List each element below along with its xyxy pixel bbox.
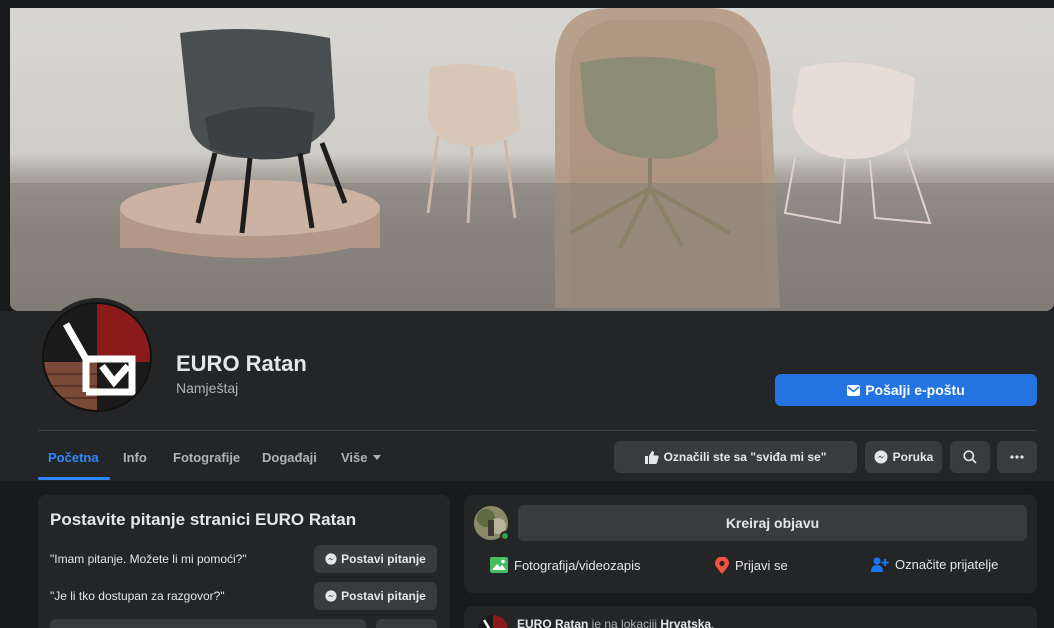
post-header-text: EURO Ratan je na lokaciji Hrvatska. [517,617,714,628]
caret-down-icon [372,455,381,460]
ask-question-card: Postavite pitanje stranici EURO Ratan "I… [38,495,450,628]
create-post-button[interactable]: Kreiraj objavu [518,505,1027,541]
envelope-icon [847,384,861,396]
cover-photo[interactable] [10,8,1054,311]
send-email-button[interactable]: Pošalji e-poštu [775,374,1037,406]
message-button[interactable]: Poruka [865,441,942,473]
ask-question-button[interactable]: Postavi pitanje [314,545,437,573]
ask-question-button[interactable]: Postavi pitanje [314,582,437,610]
page-category[interactable]: Namještaj [176,380,238,396]
search-icon [963,450,977,464]
post-avatar[interactable] [478,615,508,628]
send-question-button[interactable] [376,619,437,628]
check-in-button[interactable]: Prijavi se [715,557,788,574]
ask-question-label: Postavi pitanje [341,589,426,603]
tab-home[interactable]: Početna [48,450,99,465]
post-location-text: je na lokaciji [588,617,661,628]
online-status-dot [500,531,510,541]
thumbs-up-icon [644,450,659,464]
liked-label: Označili ste sa "sviđa mi se" [663,450,827,464]
messenger-icon [874,450,888,464]
header-divider [38,430,1036,431]
search-button[interactable] [950,441,990,473]
message-label: Poruka [892,450,934,464]
tag-friends-icon [871,557,889,572]
page-title[interactable]: EURO Ratan [176,351,307,377]
post-location-end: . [711,617,715,628]
location-pin-icon [715,557,729,574]
tab-more-label: Više [341,450,368,465]
tab-events[interactable]: Događaji [262,450,317,465]
tab-photos[interactable]: Fotografije [173,450,240,465]
post-composer: Kreiraj objavu Fotografija/videozapis Pr… [464,495,1037,593]
post-card: EURO Ratan je na lokaciji Hrvatska. [464,606,1037,628]
more-options-button[interactable] [997,441,1037,473]
active-tab-indicator [38,477,110,480]
tag-friends-button[interactable]: Označite prijatelje [871,557,998,572]
cover-illustration [10,8,1054,311]
euro-ratan-logo [44,304,150,410]
ask-question-label: Postavi pitanje [341,552,426,566]
question-text: "Je li tko dostupan za razgovor?" [50,589,225,603]
ask-card-title: Postavite pitanje stranici EURO Ratan [50,510,357,529]
tab-more[interactable]: Više [341,450,381,465]
question-text: "Imam pitanje. Možete li mi pomoći?" [50,552,247,566]
more-icon [1010,455,1024,459]
send-email-label: Pošalji e-poštu [865,382,965,398]
tag-friends-label: Označite prijatelje [895,557,999,572]
photo-video-label: Fotografija/videozapis [514,557,641,573]
messenger-icon [325,553,337,565]
photo-video-button[interactable]: Fotografija/videozapis [490,557,640,573]
tab-info[interactable]: Info [123,450,147,465]
messenger-icon [325,590,337,602]
post-author-link[interactable]: EURO Ratan [517,617,588,628]
post-location-link[interactable]: Hrvatska [660,617,711,628]
photo-icon [490,557,508,573]
page-avatar[interactable] [38,298,156,416]
check-in-label: Prijavi se [735,558,788,573]
liked-button[interactable]: Označili ste sa "sviđa mi se" [614,441,857,473]
question-input[interactable] [50,619,366,628]
